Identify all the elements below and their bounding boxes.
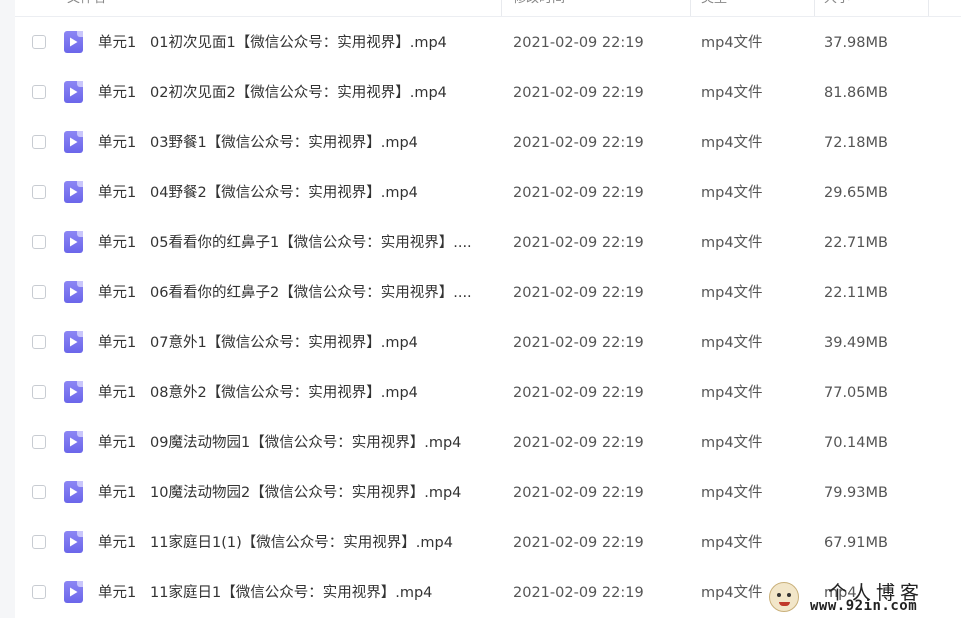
column-divider[interactable] [690,0,691,16]
row-checkbox[interactable] [32,85,46,99]
file-modified-time: 2021-02-09 22:19 [513,485,644,501]
file-name[interactable]: 单元1 11家庭日1【微信公众号：实用视界】.mp4 [98,568,498,618]
file-size: 22.71MB [824,235,888,251]
file-modified-time: 2021-02-09 22:19 [513,185,644,201]
file-modified-time: 2021-02-09 22:19 [513,535,644,551]
file-size: 77.05MB [824,385,888,401]
file-size: 79.93MB [824,485,888,501]
file-modified-time: 2021-02-09 22:19 [513,135,644,151]
file-modified-time: 2021-02-09 22:19 [513,85,644,101]
file-type: mp4文件 [701,35,763,51]
video-file-icon [64,131,83,153]
row-checkbox[interactable] [32,585,46,599]
row-checkbox[interactable] [32,335,46,349]
file-name[interactable]: 单元1 05看看你的红鼻子1【微信公众号：实用视界】.... [98,218,498,268]
file-name[interactable]: 单元1 10魔法动物园2【微信公众号：实用视界】.mp4 [98,468,498,518]
file-type: mp4文件 [701,485,763,501]
video-file-icon [64,81,83,103]
column-header-name[interactable]: 文件名 [67,0,106,16]
video-file-icon [64,31,83,53]
row-checkbox[interactable] [32,385,46,399]
file-type: mp4文件 [701,335,763,351]
file-size: 22.11MB [824,285,888,301]
file-row[interactable]: 单元1 02初次见面2【微信公众号：实用视界】.mp4 2021-02-09 22… [15,68,961,118]
column-divider[interactable] [501,0,502,16]
file-modified-time: 2021-02-09 22:19 [513,585,644,601]
file-type: mp4文件 [701,385,763,401]
row-checkbox[interactable] [32,35,46,49]
file-row[interactable]: 单元1 05看看你的红鼻子1【微信公众号：实用视界】.... 2021-02-09… [15,218,961,268]
watermark-url: www.92in.com [810,598,918,614]
video-file-icon [64,481,83,503]
file-row[interactable]: 单元1 01初次见面1【微信公众号：实用视界】.mp4 2021-02-09 22… [15,18,961,68]
watermark-avatar-icon [769,582,799,612]
row-checkbox[interactable] [32,285,46,299]
file-name[interactable]: 单元1 02初次见面2【微信公众号：实用视界】.mp4 [98,68,498,118]
file-row[interactable]: 单元1 08意外2【微信公众号：实用视界】.mp4 2021-02-09 22:1… [15,368,961,418]
file-type: mp4文件 [701,535,763,551]
column-header-type[interactable]: 类型 [701,0,727,16]
file-type: mp4文件 [701,85,763,101]
file-modified-time: 2021-02-09 22:19 [513,35,644,51]
file-modified-time: 2021-02-09 22:19 [513,385,644,401]
file-size: 37.98MB [824,35,888,51]
video-file-icon [64,281,83,303]
column-header-size[interactable]: 大小 [824,0,850,16]
file-name[interactable]: 单元1 06看看你的红鼻子2【微信公众号：实用视界】.... [98,268,498,318]
file-type: mp4文件 [701,135,763,151]
file-row[interactable]: 单元1 09魔法动物园1【微信公众号：实用视界】.mp4 2021-02-09 2… [15,418,961,468]
file-type: mp4文件 [701,435,763,451]
video-file-icon [64,581,83,603]
file-type: mp4文件 [701,285,763,301]
row-checkbox[interactable] [32,135,46,149]
video-file-icon [64,181,83,203]
video-file-icon [64,431,83,453]
file-list-panel: 文件名 修改时间 ▾ 类型 大小 单元1 01初次见面1【微信公众号：实用视界】… [15,0,961,618]
file-name[interactable]: 单元1 09魔法动物园1【微信公众号：实用视界】.mp4 [98,418,498,468]
file-row[interactable]: 单元1 07意外1【微信公众号：实用视界】.mp4 2021-02-09 22:1… [15,318,961,368]
file-row[interactable]: 单元1 03野餐1【微信公众号：实用视界】.mp4 2021-02-09 22:1… [15,118,961,168]
file-type: mp4文件 [701,585,763,601]
file-size: 29.65MB [824,185,888,201]
file-name[interactable]: 单元1 04野餐2【微信公众号：实用视界】.mp4 [98,168,498,218]
file-modified-time: 2021-02-09 22:19 [513,235,644,251]
file-row[interactable]: 单元1 11家庭日1(1)【微信公众号：实用视界】.mp4 2021-02-09 … [15,518,961,568]
video-file-icon [64,531,83,553]
file-name[interactable]: 单元1 01初次见面1【微信公众号：实用视界】.mp4 [98,18,498,68]
file-row[interactable]: 单元1 10魔法动物园2【微信公众号：实用视界】.mp4 2021-02-09 2… [15,468,961,518]
row-checkbox[interactable] [32,235,46,249]
row-checkbox[interactable] [32,185,46,199]
column-divider[interactable] [928,0,929,16]
file-size: 81.86MB [824,85,888,101]
file-name[interactable]: 单元1 03野餐1【微信公众号：实用视界】.mp4 [98,118,498,168]
file-type: mp4文件 [701,185,763,201]
file-name[interactable]: 单元1 08意外2【微信公众号：实用视界】.mp4 [98,368,498,418]
site-watermark: 个人博客 www.92in.com [766,578,961,618]
file-size: 67.91MB [824,535,888,551]
column-divider[interactable] [814,0,815,16]
file-modified-time: 2021-02-09 22:19 [513,335,644,351]
file-name[interactable]: 单元1 07意外1【微信公众号：实用视界】.mp4 [98,318,498,368]
file-type: mp4文件 [701,235,763,251]
row-checkbox[interactable] [32,535,46,549]
column-header-time[interactable]: 修改时间 [513,0,565,16]
file-size: 72.18MB [824,135,888,151]
column-header-bar: 文件名 修改时间 ▾ 类型 大小 [15,0,961,17]
file-size: 70.14MB [824,435,888,451]
video-file-icon [64,231,83,253]
file-size: 39.49MB [824,335,888,351]
video-file-icon [64,381,83,403]
file-modified-time: 2021-02-09 22:19 [513,435,644,451]
row-checkbox[interactable] [32,435,46,449]
file-name[interactable]: 单元1 11家庭日1(1)【微信公众号：实用视界】.mp4 [98,518,498,568]
file-modified-time: 2021-02-09 22:19 [513,285,644,301]
file-row[interactable]: 单元1 04野餐2【微信公众号：实用视界】.mp4 2021-02-09 22:1… [15,168,961,218]
video-file-icon [64,331,83,353]
row-checkbox[interactable] [32,485,46,499]
file-row[interactable]: 单元1 06看看你的红鼻子2【微信公众号：实用视界】.... 2021-02-09… [15,268,961,318]
